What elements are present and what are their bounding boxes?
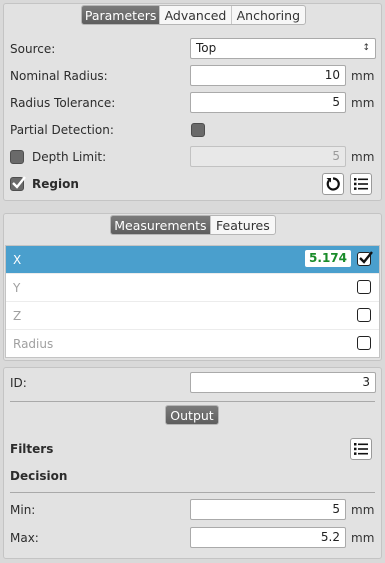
tab-parameters[interactable]: Parameters [82, 6, 161, 24]
id-row: ID: 3 [4, 372, 381, 394]
measure-tab-bar: Measurements Features [110, 215, 276, 235]
depth-limit-label: Depth Limit: [32, 150, 107, 164]
nominal-radius-input[interactable]: 10 [190, 65, 346, 86]
radius-tolerance-unit: mm [351, 96, 375, 110]
id-label: ID: [10, 376, 27, 390]
filters-label: Filters [10, 442, 54, 456]
partial-detection-label: Partial Detection: [10, 123, 114, 137]
measurement-list: X 5.174 Y Z Radius [5, 245, 380, 358]
source-label: Source: [10, 42, 56, 56]
parameters-panel: Parameters Advanced Anchoring Source: To… [3, 3, 382, 201]
filters-row: Filters [4, 438, 381, 460]
nominal-radius-label: Nominal Radius: [10, 69, 108, 83]
refresh-icon [326, 177, 340, 191]
min-row: Min: 5 mm [4, 499, 381, 521]
depth-limit-input[interactable]: 5 [190, 146, 346, 167]
source-value: Top [196, 41, 217, 55]
radius-tolerance-input[interactable]: 5 [190, 92, 346, 113]
top-tab-bar: Parameters Advanced Anchoring [81, 5, 306, 25]
list-icon [354, 443, 368, 455]
checkmark-icon [359, 251, 373, 264]
measurement-checkbox[interactable] [357, 280, 371, 294]
depth-limit-row: Depth Limit: 5 mm [4, 146, 381, 168]
id-input[interactable]: 3 [190, 372, 376, 393]
nominal-radius-row: Nominal Radius: 10 mm [4, 65, 381, 87]
partial-detection-checkbox[interactable] [191, 123, 205, 137]
tab-anchoring[interactable]: Anchoring [232, 6, 305, 24]
max-row: Max: 5.2 mm [4, 527, 381, 549]
divider [10, 401, 375, 402]
max-unit: mm [351, 531, 375, 545]
measurement-item-z[interactable]: Z [6, 302, 379, 330]
tab-features[interactable]: Features [211, 216, 275, 234]
measurement-checkbox[interactable] [357, 308, 371, 322]
min-input[interactable]: 5 [190, 499, 346, 520]
output-tab-bar: Output [165, 405, 219, 425]
min-unit: mm [351, 503, 375, 517]
nominal-radius-unit: mm [351, 69, 375, 83]
measurement-name: Radius [13, 337, 54, 351]
measurement-item-y[interactable]: Y [6, 274, 379, 302]
radius-tolerance-row: Radius Tolerance: 5 mm [4, 92, 381, 114]
measurement-name: X [13, 253, 22, 267]
tab-advanced[interactable]: Advanced [160, 6, 232, 24]
decision-divider [10, 492, 375, 493]
source-select[interactable]: Top ↕ [190, 38, 376, 59]
depth-limit-checkbox[interactable] [10, 150, 24, 164]
region-label: Region [32, 177, 79, 191]
tab-measurements[interactable]: Measurements [111, 216, 211, 234]
measurement-name: Y [13, 281, 21, 295]
tab-output[interactable]: Output [166, 406, 218, 424]
source-row: Source: Top ↕ [4, 38, 381, 60]
region-row: Region [4, 173, 381, 195]
checkmark-icon [12, 176, 26, 189]
partial-detection-row: Partial Detection: [4, 119, 381, 141]
reset-region-button[interactable] [322, 173, 344, 195]
measurement-item-radius[interactable]: Radius [6, 330, 379, 358]
decision-row: Decision [4, 465, 381, 487]
measurement-item-x[interactable]: X 5.174 [6, 246, 379, 274]
measurement-checkbox[interactable] [357, 336, 371, 350]
region-checkbox[interactable] [10, 176, 26, 191]
decision-label: Decision [10, 469, 68, 483]
list-icon [354, 178, 368, 190]
output-panel: ID: 3 Output Filters Decision Min: 5 mm … [3, 367, 382, 559]
updown-arrow-icon: ↕ [362, 43, 370, 53]
depth-limit-unit: mm [351, 150, 375, 164]
measurements-panel: Measurements Features X 5.174 Y Z Radius [3, 213, 382, 361]
max-input[interactable]: 5.2 [190, 527, 346, 548]
measurement-name: Z [13, 309, 22, 323]
max-label: Max: [10, 531, 39, 545]
filters-list-button[interactable] [350, 438, 372, 460]
min-label: Min: [10, 503, 36, 517]
measurement-value: 5.174 [305, 250, 351, 267]
measurement-checkbox[interactable] [357, 251, 373, 266]
region-list-button[interactable] [350, 173, 372, 195]
radius-tolerance-label: Radius Tolerance: [10, 96, 116, 110]
